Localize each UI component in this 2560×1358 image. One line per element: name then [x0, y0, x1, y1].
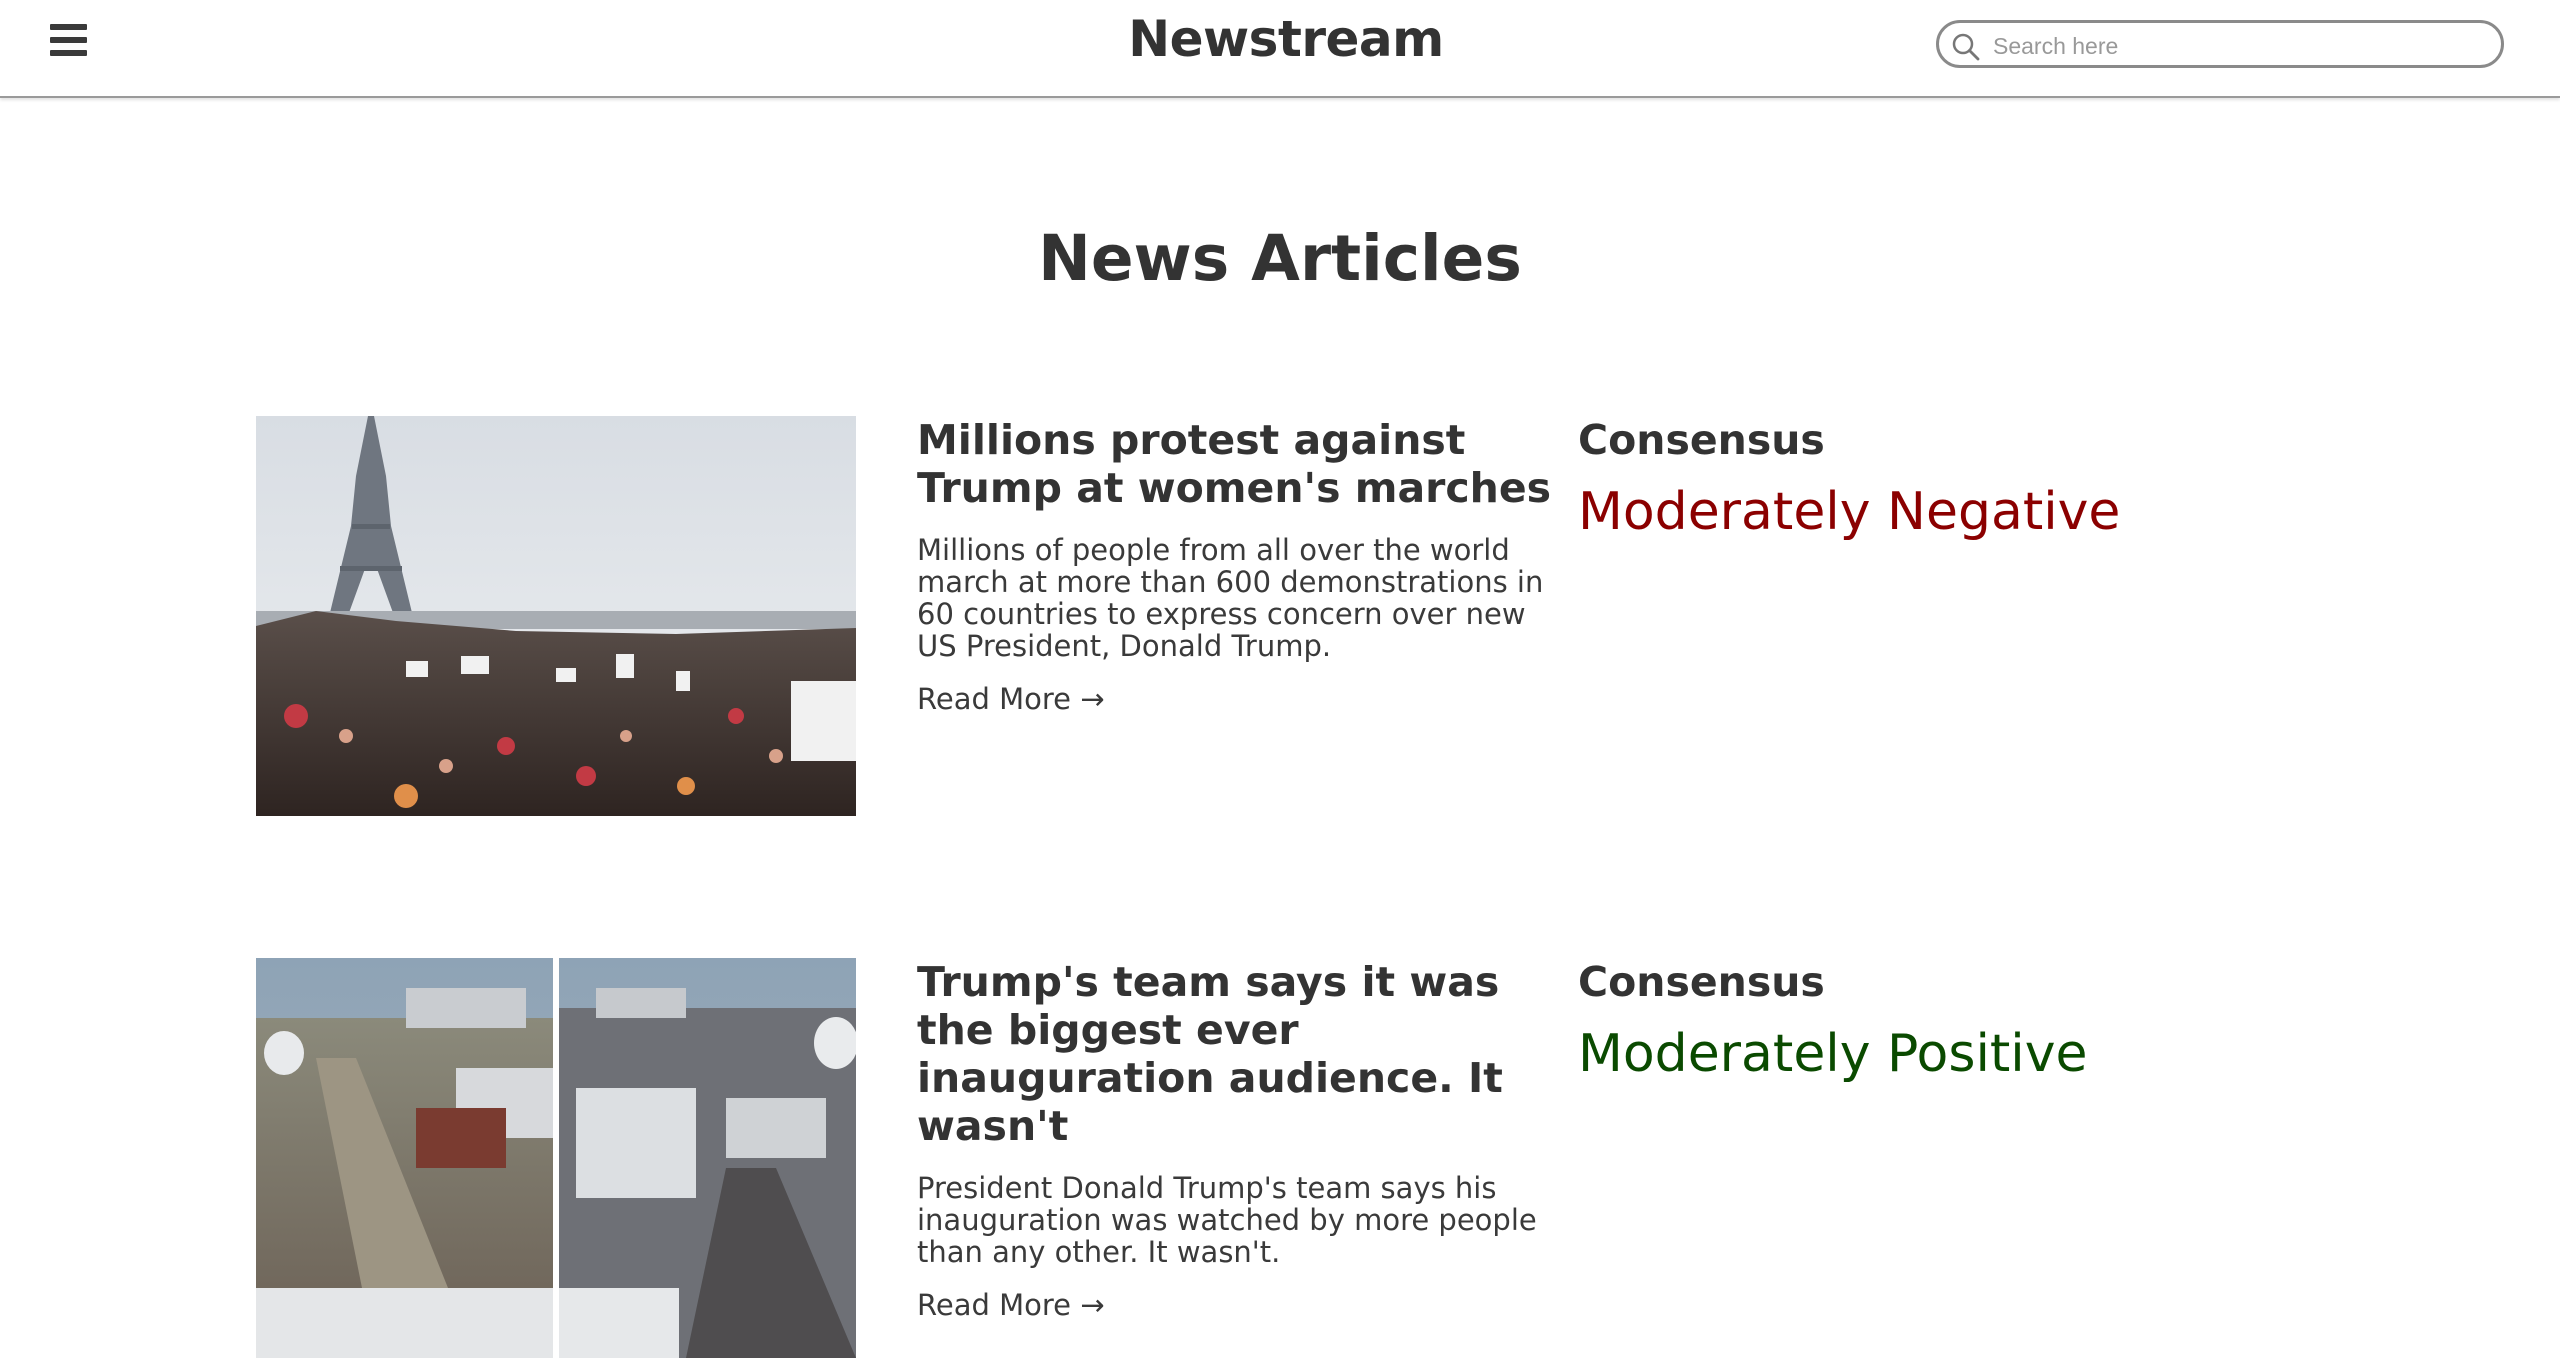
article-title[interactable]: Millions protest against Trump at women'… [917, 416, 1557, 512]
read-more-link[interactable]: Read More → [917, 682, 1105, 716]
article-summary: Millions of people from all over the wor… [917, 533, 1544, 663]
search-icon[interactable] [1951, 32, 1981, 62]
search-input[interactable] [1991, 29, 2485, 63]
article-summary: President Donald Trump's team says his i… [917, 1171, 1537, 1269]
inauguration-photo-image [256, 958, 856, 1358]
article-title[interactable]: Trump's team says it was the biggest eve… [917, 958, 1557, 1150]
consensus-label: Consensus [1578, 958, 1825, 1006]
search-box[interactable] [1936, 20, 2504, 68]
article-image-inauguration[interactable] [256, 958, 856, 1358]
consensus-panel: Consensus Moderately Positive [1578, 958, 2218, 1084]
page-title: News Articles [1038, 222, 1522, 295]
consensus-label: Consensus [1578, 416, 1825, 464]
protest-photo-image [256, 416, 856, 816]
consensus-value: Moderately Negative [1578, 482, 2121, 542]
article-body: Trump's team says it was the biggest eve… [917, 958, 1557, 1322]
read-more-link[interactable]: Read More → [917, 1288, 1105, 1322]
consensus-value: Moderately Positive [1578, 1024, 2088, 1084]
consensus-panel: Consensus Moderately Negative [1578, 416, 2218, 542]
top-navbar: Newstream [0, 0, 2560, 98]
article-image-protest[interactable] [256, 416, 856, 816]
article-body: Millions protest against Trump at women'… [917, 416, 1557, 716]
